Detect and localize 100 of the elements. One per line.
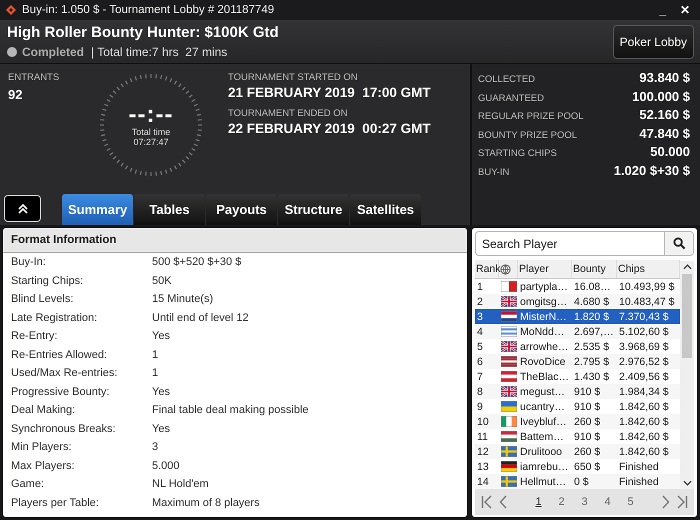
player-row[interactable]: 4 MoNdd… 2.697,… 5.102,60 $ xyxy=(475,324,680,339)
player-row[interactable]: 14 Hellmut… 0 $ Finished xyxy=(475,474,680,489)
tab[interactable]: Payouts xyxy=(206,194,277,225)
minimize-button[interactable]: _ xyxy=(655,2,670,17)
tab[interactable]: Satellites xyxy=(350,194,421,225)
first-page-icon[interactable] xyxy=(481,495,493,509)
bounty-cell-text: 2.535 $ xyxy=(573,340,610,352)
page-link[interactable]: 3 xyxy=(579,496,590,508)
player-row[interactable]: 12 Drulitooo 260 $ 1.842,60 $ xyxy=(475,444,680,459)
player-row[interactable]: 13 iamrebu… 650 $ Finished xyxy=(475,459,680,474)
flag-icon xyxy=(501,476,517,487)
column-header[interactable]: Rank xyxy=(475,260,499,278)
rank-cell-text: 8 xyxy=(476,386,484,398)
player-row[interactable]: 1 partypla… 16.08… 10.493,99 $ xyxy=(475,279,680,294)
bounty-cell-text: 1.820 $ xyxy=(573,310,610,322)
format-value: Maximum of 8 players xyxy=(152,496,260,509)
format-label: Re-Entry: xyxy=(11,330,58,342)
player-cell-text: Iveybluf… xyxy=(519,416,568,428)
player-row[interactable]: 7 TheBlac… 1.430 $ 2.409,56 $ xyxy=(475,369,680,384)
logo-icon xyxy=(6,4,16,15)
search-button[interactable] xyxy=(664,231,694,256)
chips-cell-text: 10.493,99 $ xyxy=(618,280,676,292)
bounty-cell-text: 910 $ xyxy=(573,430,602,442)
stat-label: REGULAR PRIZE POOL xyxy=(478,111,584,122)
column-header[interactable]: Bounty xyxy=(572,260,617,278)
format-label: Starting Chips: xyxy=(11,274,84,287)
globe-icon xyxy=(500,264,511,274)
format-label: Deal Making: xyxy=(11,404,76,416)
chips-cell-text: 5.102,60 $ xyxy=(618,326,670,338)
rank-cell-text: 10 xyxy=(476,416,490,428)
scroll-up-icon[interactable] xyxy=(682,264,692,270)
scrollbar[interactable] xyxy=(680,261,694,489)
format-label: Re-Entries Allowed: xyxy=(11,348,108,361)
rank-cell-text: 7 xyxy=(476,370,484,382)
player-row[interactable]: 2 omgitsg… 4.680 $ 10.483,47 $ xyxy=(475,294,680,309)
player-row[interactable]: 11 Battem… 910 $ 1.842,60 $ xyxy=(475,429,680,444)
player-cell-text: MoNdd… xyxy=(519,326,566,338)
player-cell-text: TheBlac… xyxy=(519,370,570,382)
format-value: Yes xyxy=(152,330,170,342)
tab[interactable]: Summary xyxy=(62,194,133,225)
poker-lobby-button[interactable]: Poker Lobby xyxy=(612,24,694,59)
player-cell-text: iamrebu… xyxy=(519,460,570,472)
tournament-title: High Roller Bounty Hunter: $100K Gtd xyxy=(7,24,280,42)
chips-cell-text: 3.968,69 $ xyxy=(618,340,670,352)
rank-cell-text: 1 xyxy=(476,280,484,292)
player-cell-text: Drulitooo xyxy=(519,446,564,458)
format-value: 50K xyxy=(152,274,172,287)
format-value: NL Hold'em xyxy=(152,478,209,490)
player-cell-text: Hellmut… xyxy=(519,476,568,488)
format-label: Blind Levels: xyxy=(11,293,74,306)
next-page-icon[interactable] xyxy=(662,495,670,509)
flag-icon xyxy=(501,461,517,472)
player-row[interactable]: 6 RovoDice 2.795 $ 2.976,52 $ xyxy=(475,354,680,369)
player-row[interactable]: 3 MisterN… 1.820 $ 7.370,43 $ xyxy=(475,309,680,324)
format-label: Synchronous Breaks: xyxy=(11,422,117,435)
player-cell-text: RovoDice xyxy=(519,356,567,368)
player-cell-text: partypla… xyxy=(519,280,569,292)
page-link[interactable]: 1 xyxy=(533,496,544,508)
rank-cell-text: 14 xyxy=(476,476,490,488)
chips-cell-text: 1.984,34 $ xyxy=(618,386,670,398)
tab[interactable]: Tables xyxy=(134,194,205,225)
player-row[interactable]: 8 megust… 910 $ 1.984,34 $ xyxy=(475,384,680,399)
timer-display: --:-- xyxy=(128,103,174,128)
close-button[interactable]: ✕ xyxy=(676,2,694,17)
player-cell-text: omgitsg… xyxy=(519,296,568,308)
rank-cell-text: 11 xyxy=(476,430,489,442)
stat-label: COLLECTED xyxy=(478,74,536,86)
format-label: Min Players: xyxy=(11,441,73,454)
last-page-icon[interactable] xyxy=(676,495,688,509)
chips-cell-text: 1.842,60 $ xyxy=(618,416,670,428)
page-link[interactable]: 4 xyxy=(602,496,613,508)
player-row[interactable]: 10 Iveybluf… 260 $ 1.842,60 $ xyxy=(475,414,680,429)
rank-cell-text: 4 xyxy=(476,326,484,338)
stat-value: 52.160 $ xyxy=(639,107,690,122)
format-label: Players per Table: xyxy=(11,496,100,509)
bounty-cell-text: 4.680 $ xyxy=(573,296,610,308)
page-link[interactable]: 2 xyxy=(556,496,567,508)
page-link[interactable]: 5 xyxy=(625,496,636,508)
rank-cell-text: 3 xyxy=(476,310,484,322)
chevrons-up-icon xyxy=(16,202,28,214)
format-value: 15 Minute(s) xyxy=(152,293,214,306)
collapse-button[interactable] xyxy=(4,195,41,222)
flag-icon xyxy=(501,386,517,397)
player-row[interactable]: 9 ucantry… 910 $ 1.842,60 $ xyxy=(475,399,680,414)
stat-value: 47.840 $ xyxy=(639,126,690,141)
flag-icon xyxy=(501,341,517,352)
stat-label: BUY-IN xyxy=(478,166,510,178)
format-value: Final table deal making possible xyxy=(152,404,309,416)
search-field[interactable]: Search Player xyxy=(475,231,664,256)
bounty-cell-text: 910 $ xyxy=(573,386,602,398)
bounty-cell-text: 260 $ xyxy=(573,446,602,458)
tab[interactable]: Structure xyxy=(278,194,349,225)
format-value: 5.000 xyxy=(152,460,180,472)
previous-page-icon[interactable] xyxy=(499,495,507,509)
player-cell-text: MisterN… xyxy=(519,310,568,322)
column-header[interactable]: Player xyxy=(518,260,572,278)
flag-icon xyxy=(501,311,517,322)
format-value: Until end of level 12 xyxy=(152,312,249,324)
scroll-down-icon[interactable] xyxy=(682,480,692,486)
timer-label: Total time xyxy=(132,127,170,138)
